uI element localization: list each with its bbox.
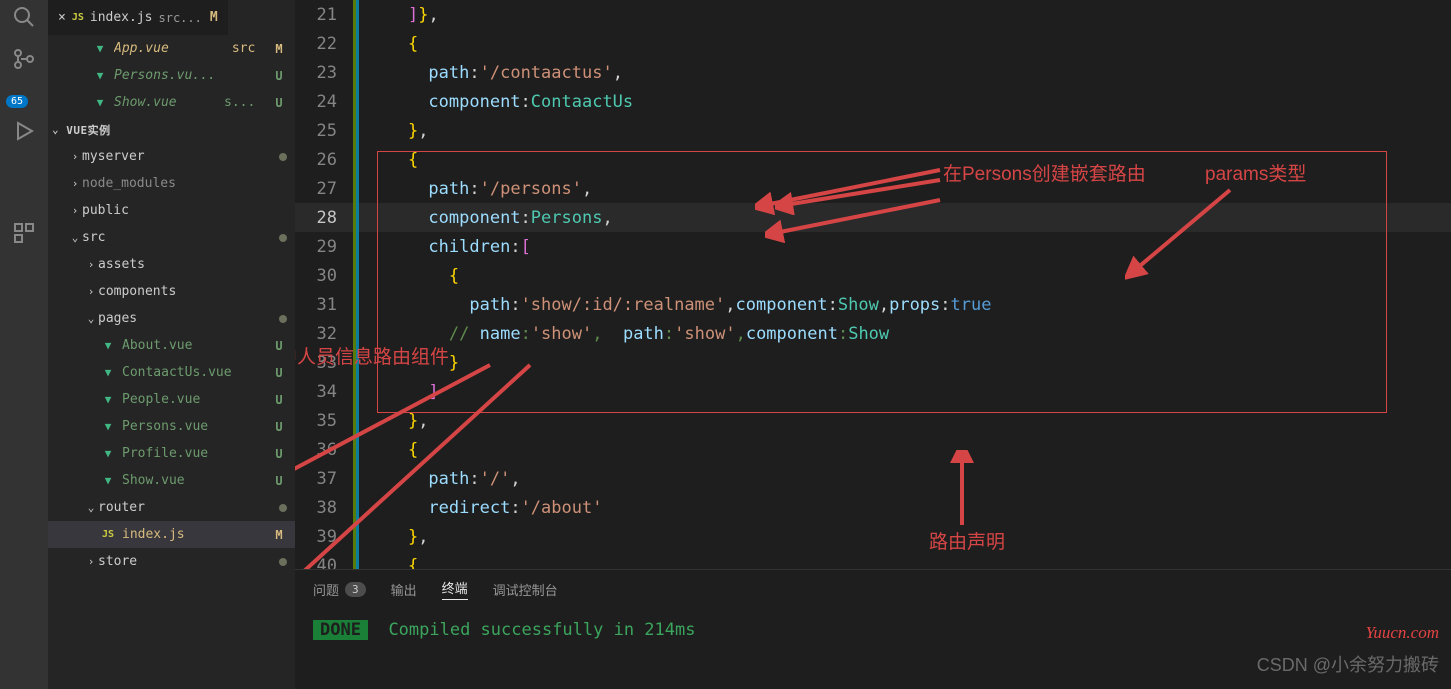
vue-icon: ▼ [100, 447, 116, 460]
code-line[interactable]: 26 { [295, 145, 1451, 174]
open-editor-item[interactable]: ▼Show.vues... U [48, 89, 295, 116]
vue-icon: ▼ [92, 69, 108, 82]
tree-item[interactable]: ›myserver [48, 143, 295, 170]
tab-debug[interactable]: 调试控制台 [493, 580, 558, 599]
chevron-icon: › [68, 204, 82, 217]
vue-icon: ▼ [100, 474, 116, 487]
vue-icon: ▼ [100, 420, 116, 433]
code-line[interactable]: 33 } [295, 348, 1451, 377]
status-badge: U [271, 420, 287, 434]
tree-item[interactable]: ▼Show.vueU [48, 467, 295, 494]
chevron-icon: ⌄ [84, 501, 98, 514]
code-line[interactable]: 32 // name:'show', path:'show',component… [295, 319, 1451, 348]
tree-item[interactable]: ⌄src [48, 224, 295, 251]
code-line[interactable]: 38 redirect:'/about' [295, 493, 1451, 522]
tree-item[interactable]: ›store [48, 548, 295, 575]
status-dot [279, 315, 287, 323]
chevron-icon: › [68, 177, 82, 190]
code-line[interactable]: 30 { [295, 261, 1451, 290]
code-line[interactable]: 40 { [295, 551, 1451, 569]
status-badge: U [271, 474, 287, 488]
code-line[interactable]: 25 }, [295, 116, 1451, 145]
chevron-icon: › [68, 150, 82, 163]
chevron-icon: ⌄ [68, 231, 82, 244]
chevron-icon: ⌄ [84, 312, 98, 325]
tab-name: index.js [90, 10, 153, 25]
code-area[interactable]: 21 ]},22 {23 path:'/contaactus',24 compo… [295, 0, 1451, 569]
sidebar: × JS index.js src... M ▼App.vuesrc M▼Per… [48, 0, 295, 689]
extensions-icon[interactable] [12, 221, 36, 245]
search-icon[interactable] [12, 5, 36, 29]
code-line[interactable]: 31 path:'show/:id/:realname',component:S… [295, 290, 1451, 319]
vue-icon: ▼ [92, 96, 108, 109]
code-line[interactable]: 22 { [295, 29, 1451, 58]
tree-item[interactable]: ▼ContaactUs.vueU [48, 359, 295, 386]
code-line[interactable]: 27 path:'/persons', [295, 174, 1451, 203]
tree-item[interactable]: JSindex.jsM [48, 521, 295, 548]
code-line[interactable]: 23 path:'/contaactus', [295, 58, 1451, 87]
status-dot [279, 504, 287, 512]
terminal-output[interactable]: DONE Compiled successfully in 214ms [295, 608, 1451, 652]
status-badge: U [271, 366, 287, 380]
debug-icon[interactable] [12, 119, 36, 143]
chevron-icon: › [84, 258, 98, 271]
tree-item[interactable]: ▼About.vueU [48, 332, 295, 359]
chevron-icon: › [84, 285, 98, 298]
tree-item[interactable]: ▼Profile.vueU [48, 440, 295, 467]
tree-item[interactable]: ⌄router [48, 494, 295, 521]
status-dot [279, 153, 287, 161]
tree-item[interactable]: ⌄pages [48, 305, 295, 332]
status-badge: M [271, 528, 287, 542]
tab-output[interactable]: 输出 [391, 580, 417, 599]
tree-item[interactable]: ›node_modules [48, 170, 295, 197]
status-badge: U [271, 393, 287, 407]
code-line[interactable]: 37 path:'/', [295, 464, 1451, 493]
chevron-icon: › [84, 555, 98, 568]
open-editor-item[interactable]: ▼App.vuesrc M [48, 35, 295, 62]
status-badge: U [271, 447, 287, 461]
status-dot [279, 234, 287, 242]
open-editors: × JS index.js src... M [48, 0, 295, 35]
code-line[interactable]: 24 component:ContaactUs [295, 87, 1451, 116]
tab-terminal[interactable]: 终端 [442, 578, 468, 600]
js-icon: JS [100, 529, 116, 540]
vue-icon: ▼ [100, 366, 116, 379]
vue-icon: ▼ [100, 339, 116, 352]
vue-icon: ▼ [100, 393, 116, 406]
status-dot [279, 558, 287, 566]
tab-problems[interactable]: 问题3 [313, 580, 366, 599]
editor: 21 ]},22 {23 path:'/contaactus',24 compo… [295, 0, 1451, 689]
watermark: Yuucn.com [1365, 623, 1439, 643]
tree-item[interactable]: ›assets [48, 251, 295, 278]
tab-active[interactable]: × JS index.js src... M [48, 0, 228, 35]
code-line[interactable]: 39 }, [295, 522, 1451, 551]
code-line[interactable]: 29 children:[ [295, 232, 1451, 261]
open-editor-item[interactable]: ▼Persons.vu... U [48, 62, 295, 89]
scm-badge: 65 [6, 95, 28, 108]
code-line[interactable]: 36 { [295, 435, 1451, 464]
close-icon[interactable]: × [58, 10, 66, 25]
js-icon: JS [72, 12, 84, 23]
vue-icon: ▼ [92, 42, 108, 55]
tree-item[interactable]: ›components [48, 278, 295, 305]
tree-item[interactable]: ▼People.vueU [48, 386, 295, 413]
scm-icon[interactable] [12, 47, 36, 71]
code-line[interactable]: 34 ] [295, 377, 1451, 406]
code-line[interactable]: 35 }, [295, 406, 1451, 435]
section-header[interactable]: ⌄ VUE实例 [48, 116, 295, 143]
code-line[interactable]: 28 component:Persons, [295, 203, 1451, 232]
status-badge: U [271, 339, 287, 353]
tree-item[interactable]: ›public [48, 197, 295, 224]
activity-bar: 65 [0, 0, 48, 689]
watermark: CSDN @小余努力搬砖 [1257, 651, 1439, 677]
tree-item[interactable]: ▼Persons.vueU [48, 413, 295, 440]
code-line[interactable]: 21 ]}, [295, 0, 1451, 29]
